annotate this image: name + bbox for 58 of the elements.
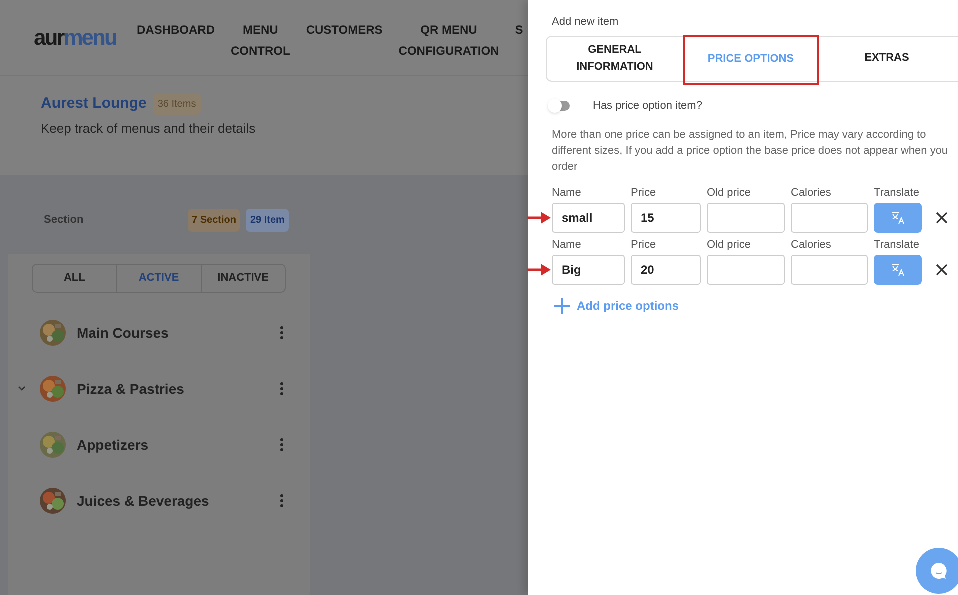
calories-field[interactable] (791, 203, 868, 233)
more-icon[interactable] (280, 326, 284, 340)
close-icon[interactable] (936, 264, 948, 276)
nav-link[interactable]: QR MENU CONFIGURATION (398, 20, 500, 62)
chat-bubble-icon (929, 561, 949, 581)
drawer-heading: Add new item (552, 15, 620, 30)
add-price-options-link[interactable]: Add price options (554, 297, 958, 315)
nav-link[interactable]: DASHBOARD (137, 20, 215, 62)
old-price-field[interactable] (707, 203, 785, 233)
section-name[interactable]: Appetizers (77, 434, 280, 456)
form-tab[interactable]: GENERAL INFORMATION (547, 36, 683, 80)
field-label: Translate (874, 186, 920, 201)
field-label: Price (631, 186, 658, 201)
translate-button[interactable] (874, 203, 922, 233)
filter-tab[interactable]: INACTIVE (200, 265, 285, 292)
nav-link[interactable]: MENU CONTROL (231, 20, 290, 62)
page-title: Aurest Lounge (41, 94, 147, 114)
translate-icon (891, 211, 905, 225)
field-label: Name (552, 238, 582, 253)
section-name[interactable]: Main Courses (77, 322, 280, 344)
nav-link[interactable]: CUSTOMERS (306, 20, 383, 62)
price-options-note: More than one price can be assigned to an item, Price may vary according to different sizes, If you add a price option the base price does not appear when you order (552, 128, 950, 175)
more-icon[interactable] (280, 438, 284, 452)
item-count-badge: 29 Item (246, 209, 289, 232)
field-label: Calories (791, 186, 832, 201)
item-count-badge: 36 Items (152, 94, 202, 115)
page-subtitle: Keep track of menus and their details (41, 120, 257, 138)
translate-button[interactable] (874, 255, 922, 285)
more-icon[interactable] (280, 494, 284, 508)
chat-button[interactable] (916, 548, 958, 594)
toggle-label: Has price option item? (593, 98, 702, 114)
nav-link[interactable]: S (515, 20, 524, 62)
section-name[interactable]: Pizza & Pastries (77, 378, 280, 400)
price-field[interactable]: 15 (631, 203, 701, 233)
form-tab[interactable]: PRICE OPTIONS (683, 34, 819, 84)
old-price-field[interactable] (707, 255, 785, 285)
filter-tab[interactable]: ALL (33, 265, 116, 292)
more-icon[interactable] (280, 382, 284, 396)
field-label: Old price (707, 186, 752, 201)
chevron-down-icon[interactable] (18, 386, 26, 392)
close-icon[interactable] (936, 212, 948, 224)
section-count-badge: 7 Section (188, 209, 240, 232)
section-label: Section (44, 213, 85, 228)
field-label: Price (631, 238, 658, 253)
field-label: Calories (791, 238, 832, 253)
logo[interactable]: aurmenu (34, 27, 116, 49)
field-label: Old price (707, 238, 752, 253)
plus-icon (554, 298, 570, 314)
field-label: Translate (874, 238, 920, 253)
name-field[interactable]: small (552, 203, 625, 233)
translate-icon (891, 263, 905, 277)
section-name[interactable]: Juices & Beverages (77, 490, 280, 512)
calories-field[interactable] (791, 255, 868, 285)
field-label: Name (552, 186, 582, 201)
name-field[interactable]: Big (552, 255, 625, 285)
filter-tab[interactable]: ACTIVE (116, 265, 201, 292)
price-field[interactable]: 20 (631, 255, 701, 285)
form-tab[interactable]: EXTRAS (819, 36, 955, 80)
